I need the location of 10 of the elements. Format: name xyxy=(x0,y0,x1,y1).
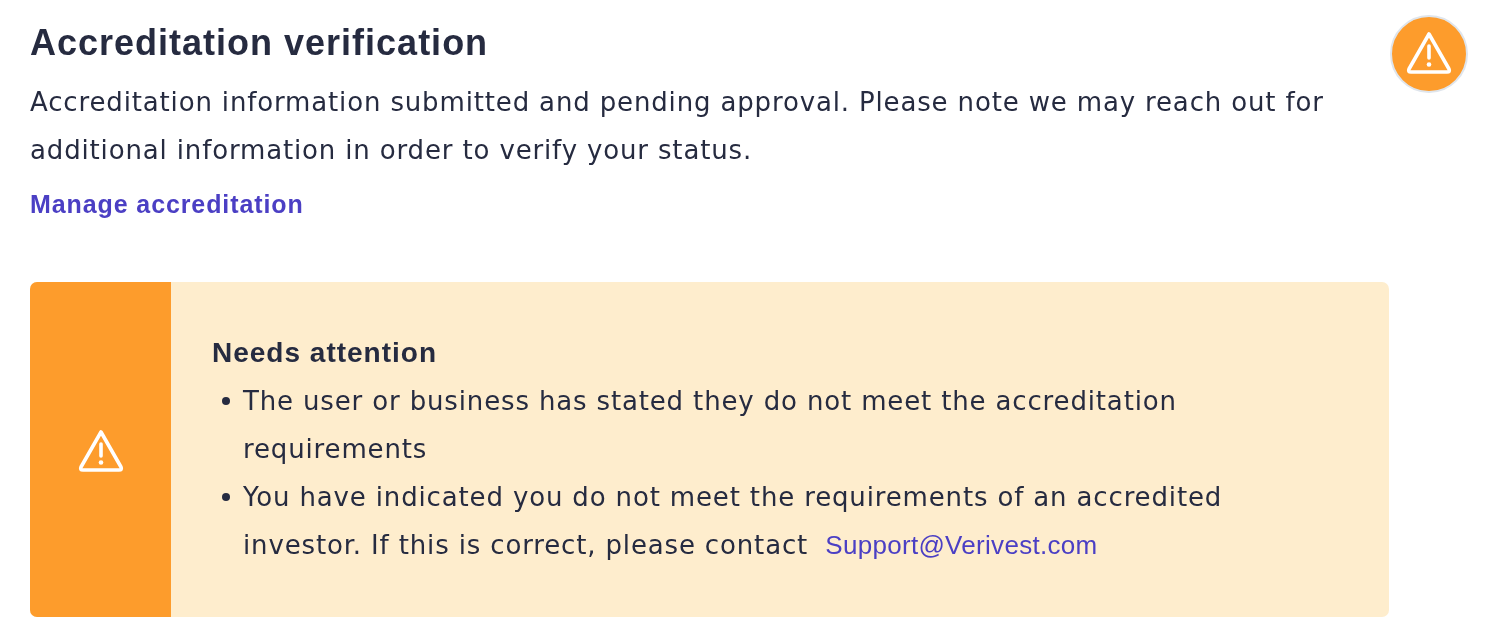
bullet-text: You have indicated you do not meet the requirements of an accredited investor. If this is correct, please contact Support@Verivest.com xyxy=(243,481,1224,562)
email-link[interactable]: Support@Verivest.com xyxy=(825,530,1098,560)
bullet-icon xyxy=(222,397,230,405)
bullet-text: The user or business has stated they do not meet the accreditation requirements xyxy=(243,385,1178,466)
warning-icon xyxy=(1390,15,1468,93)
manage-accreditation-link[interactable]: Manage accreditation xyxy=(30,188,304,220)
page-title: Accreditation verification xyxy=(30,21,489,65)
description-text: Accreditation information submitted and pending approval. Please note we may reach out for additional information in order to verify your status. xyxy=(30,86,1325,167)
alert-title: Needs attention xyxy=(212,336,438,370)
bullet-icon xyxy=(222,493,230,501)
